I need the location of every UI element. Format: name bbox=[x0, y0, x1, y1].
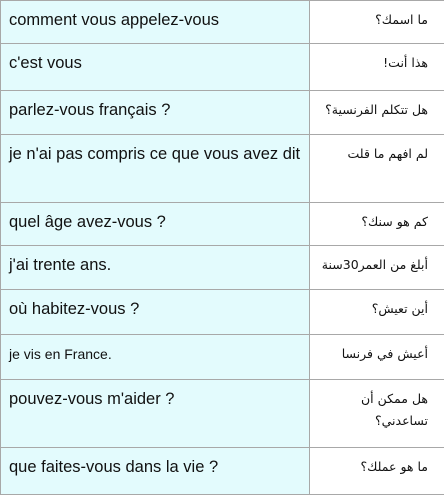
table-row: j'ai trente ans. أبلغ من العمر30سنة bbox=[1, 246, 444, 290]
arabic-translation: هل ممكن أن تساعدني؟ bbox=[310, 380, 444, 448]
table-row: que faites-vous dans la vie ? ما هو عملك… bbox=[1, 448, 444, 495]
arabic-translation: أعيش في فرنسا bbox=[310, 335, 444, 380]
arabic-translation: كم هو سنك؟ bbox=[310, 203, 444, 246]
arabic-translation: أبلغ من العمر30سنة bbox=[310, 246, 444, 290]
french-phrase: où habitez-vous ? bbox=[1, 290, 310, 335]
table-row: pouvez-vous m'aider ? هل ممكن أن تساعدني… bbox=[1, 380, 444, 448]
arabic-translation: ما هو عملك؟ bbox=[310, 448, 444, 495]
arabic-translation: ما اسمك؟ bbox=[310, 1, 444, 44]
table-row: je n'ai pas compris ce que vous avez dit… bbox=[1, 135, 444, 203]
arabic-translation: أين تعيش؟ bbox=[310, 290, 444, 335]
arabic-translation: هذا أنت! bbox=[310, 44, 444, 91]
arabic-translation: هل تتكلم الفرنسية؟ bbox=[310, 91, 444, 135]
table-row: quel âge avez-vous ? كم هو سنك؟ bbox=[1, 203, 444, 246]
french-phrase: pouvez-vous m'aider ? bbox=[1, 380, 310, 448]
french-phrase: je n'ai pas compris ce que vous avez dit bbox=[1, 135, 310, 203]
arabic-translation: لم افهم ما قلت bbox=[310, 135, 444, 203]
french-phrase: quel âge avez-vous ? bbox=[1, 203, 310, 246]
french-phrase: j'ai trente ans. bbox=[1, 246, 310, 290]
table-row: je vis en France. أعيش في فرنسا bbox=[1, 335, 444, 380]
table-row: parlez-vous français ? هل تتكلم الفرنسية… bbox=[1, 91, 444, 135]
phrase-table: comment vous appelez-vous ما اسمك؟ c'est… bbox=[0, 0, 444, 495]
french-phrase: comment vous appelez-vous bbox=[1, 1, 310, 44]
french-phrase: je vis en France. bbox=[1, 335, 310, 380]
table-row: où habitez-vous ? أين تعيش؟ bbox=[1, 290, 444, 335]
french-phrase: c'est vous bbox=[1, 44, 310, 91]
french-phrase: parlez-vous français ? bbox=[1, 91, 310, 135]
french-phrase: que faites-vous dans la vie ? bbox=[1, 448, 310, 495]
table-row: comment vous appelez-vous ما اسمك؟ bbox=[1, 1, 444, 44]
table-row: c'est vous هذا أنت! bbox=[1, 44, 444, 91]
